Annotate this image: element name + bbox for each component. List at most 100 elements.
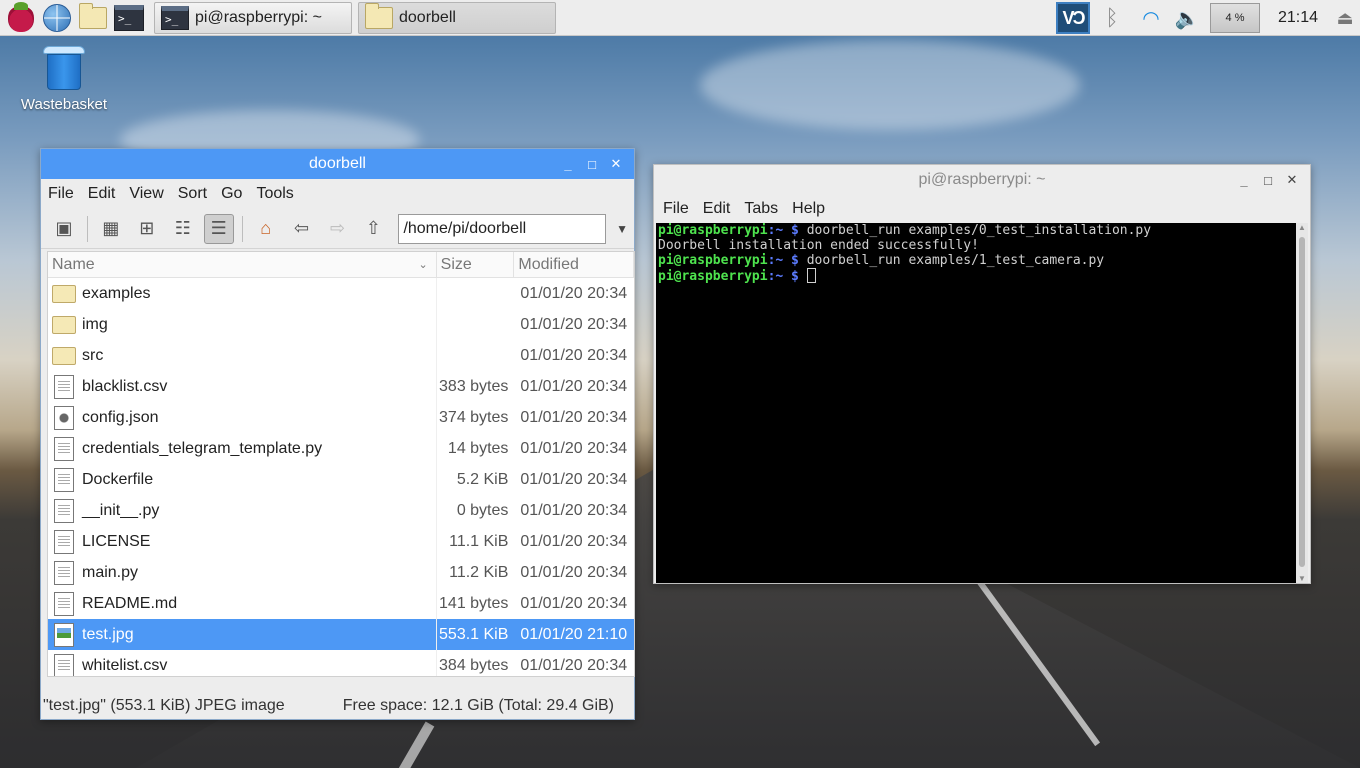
column-name[interactable]: Name ⌄ (48, 252, 437, 277)
minimize-icon[interactable]: _ (556, 157, 580, 172)
table-row[interactable]: test.jpg 553.1 KiB 01/01/20 21:10 (48, 619, 634, 650)
terminal-command: doorbell_run examples/0_test_installatio… (798, 223, 1152, 238)
thumbnail-view-icon[interactable]: ⊞ (132, 214, 162, 244)
list-view-icon[interactable]: ☰ (203, 213, 234, 244)
window-title: doorbell (309, 155, 366, 172)
column-modified[interactable]: Modified (514, 252, 634, 277)
raspberry-menu-icon[interactable] (6, 1, 36, 33)
status-free-space: Free space: 12.1 GiB (Total: 29.4 GiB) (342, 697, 614, 714)
window-titlebar[interactable]: pi@raspberrypi: ~ _ □ ✕ (654, 165, 1310, 195)
file-modified: 01/01/20 20:34 (520, 656, 628, 674)
taskbar: >_ >_ pi@raspberrypi: ~ doorbell VƆ ᛒ ◠ … (0, 0, 1360, 36)
minimize-icon[interactable]: _ (1232, 173, 1256, 188)
file-name: main.py (82, 563, 139, 581)
table-row[interactable]: main.py 11.2 KiB 01/01/20 20:34 (48, 557, 634, 588)
window-titlebar[interactable]: doorbell _ □ ✕ (41, 149, 634, 179)
web-browser-icon[interactable] (42, 3, 72, 33)
file-name-cell: credentials_telegram_template.py (48, 433, 437, 464)
close-icon[interactable]: ✕ (1280, 172, 1304, 188)
menu-edit[interactable]: Edit (88, 185, 116, 203)
home-icon[interactable]: ⌂ (251, 214, 281, 244)
maximize-icon[interactable]: □ (1256, 173, 1280, 188)
file-modified: 01/01/20 20:34 (520, 470, 628, 488)
task-terminal[interactable]: >_ pi@raspberrypi: ~ (154, 1, 352, 34)
table-row[interactable]: blacklist.csv 383 bytes 01/01/20 20:34 (48, 371, 634, 402)
table-row[interactable]: img 01/01/20 20:34 (48, 309, 634, 340)
file-size: 5.2 KiB (456, 470, 509, 488)
menubar: File Edit View Sort Go Tools (41, 179, 634, 209)
table-row[interactable]: __init__.py 0 bytes 01/01/20 20:34 (48, 495, 634, 526)
wifi-icon[interactable]: ◠ (1138, 6, 1164, 31)
column-size[interactable]: Size (437, 252, 515, 277)
file-modified: 01/01/20 20:34 (520, 532, 628, 550)
up-icon[interactable]: ⇧ (359, 214, 389, 244)
menu-go[interactable]: Go (221, 185, 242, 203)
folder-icon (365, 2, 393, 29)
sky-cloud (700, 40, 1080, 130)
prompt-user: pi@raspberrypi (658, 223, 768, 238)
clock[interactable]: 21:14 (1270, 9, 1326, 27)
menu-view[interactable]: View (129, 185, 163, 203)
chevron-down-icon[interactable]: ▼ (610, 222, 634, 236)
volume-icon[interactable]: 🔈 (1174, 6, 1200, 31)
file-name-cell: config.json (48, 402, 437, 433)
table-row[interactable]: src 01/01/20 20:34 (48, 340, 634, 371)
prompt-path: :~ $ (767, 253, 799, 268)
file-manager-window: doorbell _ □ ✕ File Edit View Sort Go To… (40, 148, 635, 720)
table-row[interactable]: LICENSE 11.1 KiB 01/01/20 20:34 (48, 526, 634, 557)
menu-tools[interactable]: Tools (256, 185, 293, 203)
vnc-icon[interactable]: VƆ (1056, 2, 1090, 34)
task-file-manager[interactable]: doorbell (358, 1, 556, 34)
wastebasket-icon (43, 44, 85, 90)
list-header: Name ⌄ Size Modified (48, 252, 634, 278)
menu-file[interactable]: File (48, 185, 74, 203)
forward-icon[interactable]: ⇨ (323, 214, 353, 244)
terminal-command (799, 269, 807, 284)
icon-view-icon[interactable]: ▦ (96, 214, 126, 244)
text-file-icon (54, 467, 74, 492)
menu-tabs[interactable]: Tabs (744, 200, 778, 218)
file-name: __init__.py (82, 501, 160, 519)
wastebasket[interactable]: Wastebasket (16, 44, 112, 113)
table-row[interactable]: whitelist.csv 384 bytes 01/01/20 20:34 (48, 650, 634, 676)
menu-edit[interactable]: Edit (703, 200, 731, 218)
system-tray: VƆ ᛒ ◠ 🔈 4 % 21:14 ⏏ (1056, 0, 1360, 36)
file-name-cell: examples (48, 278, 437, 309)
table-row[interactable]: config.json 374 bytes 01/01/20 20:34 (48, 402, 634, 433)
prompt-user: pi@raspberrypi (658, 269, 768, 284)
folder-icon (52, 346, 76, 365)
maximize-icon[interactable]: □ (580, 157, 604, 172)
terminal-screen[interactable]: pi@raspberrypi:~ $ doorbell_run examples… (656, 223, 1298, 583)
cpu-monitor[interactable]: 4 % (1210, 3, 1260, 33)
close-icon[interactable]: ✕ (604, 156, 628, 172)
statusbar: "test.jpg" (553.1 KiB) JPEG image Free s… (41, 693, 634, 719)
compact-view-icon[interactable]: ☷ (168, 214, 198, 244)
scroll-down-icon[interactable]: ▼ (1296, 574, 1308, 583)
eject-icon[interactable]: ⏏ (1330, 8, 1360, 29)
menu-help[interactable]: Help (792, 200, 825, 218)
table-row[interactable]: README.md 141 bytes 01/01/20 20:34 (48, 588, 634, 619)
scrollbar-thumb[interactable] (1299, 237, 1305, 567)
table-row[interactable]: credentials_telegram_template.py 14 bytes… (48, 433, 634, 464)
file-manager-launcher-icon[interactable] (78, 2, 108, 33)
path-input[interactable]: /home/pi/doorbell (398, 213, 607, 244)
file-modified: 01/01/20 21:10 (520, 625, 628, 643)
file-name-cell: main.py (48, 557, 437, 588)
scroll-up-icon[interactable]: ▲ (1296, 223, 1308, 232)
file-size: 141 bytes (439, 594, 509, 612)
file-name-cell: README.md (48, 588, 437, 619)
new-window-icon[interactable]: ▣ (49, 214, 79, 244)
table-row[interactable]: Dockerfile 5.2 KiB 01/01/20 20:34 (48, 464, 634, 495)
file-size: 0 bytes (456, 501, 509, 519)
menu-sort[interactable]: Sort (178, 185, 207, 203)
terminal-launcher-icon[interactable]: >_ (114, 3, 144, 33)
menu-file[interactable]: File (663, 200, 689, 218)
toolbar: ▣ ▦ ⊞ ☷ ☰ ⌂ ⇦ ⇨ ⇧ /home/pi/doorbell ▼ (41, 209, 634, 249)
table-row[interactable]: examples 01/01/20 20:34 (48, 278, 634, 309)
text-file-icon (54, 529, 74, 554)
file-modified: 01/01/20 20:34 (520, 408, 628, 426)
back-icon[interactable]: ⇦ (287, 214, 317, 244)
bluetooth-icon[interactable]: ᛒ (1100, 5, 1124, 31)
terminal-scrollbar[interactable]: ▲ ▼ (1296, 223, 1308, 583)
file-modified: 01/01/20 20:34 (520, 439, 628, 457)
